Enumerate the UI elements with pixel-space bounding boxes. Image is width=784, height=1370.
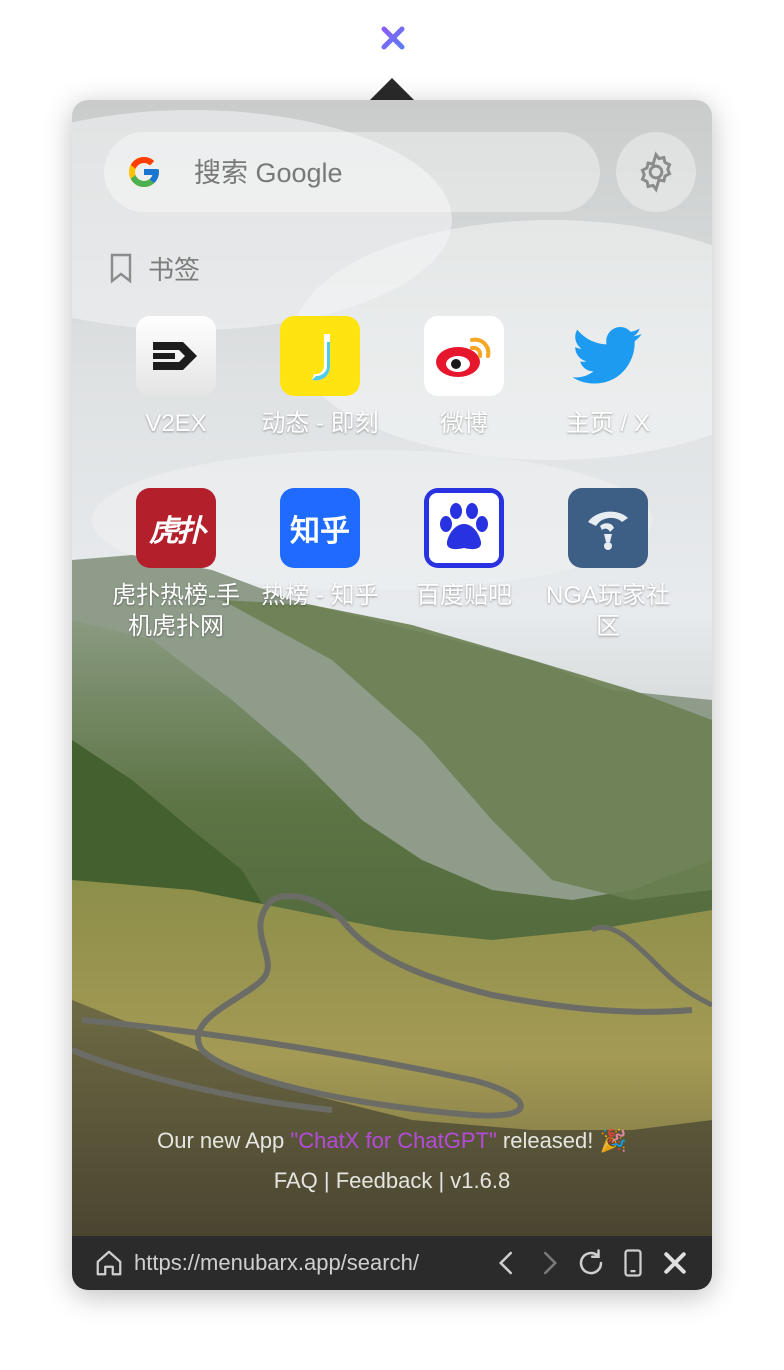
settings-button[interactable]	[616, 132, 696, 212]
bookmark-tieba[interactable]: 百度贴吧	[392, 488, 536, 611]
v2ex-logo-icon	[136, 316, 216, 396]
separator: |	[432, 1168, 451, 1193]
bookmark-label: 主页 / X	[565, 410, 650, 437]
baidu-tieba-paw-icon	[424, 488, 504, 568]
twitter-bird-icon	[568, 316, 648, 396]
bookmark-label: 微博	[440, 410, 488, 437]
bookmark-label: V2EX	[145, 410, 207, 437]
bookmark-label: NGA玩家社区	[545, 582, 670, 640]
bookmarks-header: 书签	[108, 250, 200, 286]
google-g-icon	[126, 154, 162, 190]
version-text: v1.6.8	[450, 1168, 511, 1193]
popover-arrow	[370, 78, 414, 100]
faq-link[interactable]: FAQ	[274, 1168, 318, 1193]
jike-logo-icon	[280, 316, 360, 396]
bookmarks-title: 书签	[148, 254, 201, 285]
announce-prefix: Our new App	[157, 1128, 291, 1153]
home-icon[interactable]	[94, 1248, 124, 1278]
bottom-toolbar: https://menubarx.app/search/	[72, 1236, 712, 1290]
bookmark-zhihu[interactable]: 知乎 热榜 - 知乎	[248, 488, 392, 611]
hupu-logo-text: 虎扑	[149, 515, 206, 548]
bookmark-label: 动态 - 即刻	[261, 410, 379, 437]
bookmark-weibo[interactable]: 微博	[392, 316, 536, 439]
weibo-logo-icon	[424, 316, 504, 396]
popover-panel: 书签 V2EX 动态 - 即刻	[72, 100, 712, 1290]
bookmark-jike[interactable]: 动态 - 即刻	[248, 316, 392, 439]
bookmark-hupu[interactable]: 虎扑 虎扑热榜-手机虎扑网	[104, 488, 248, 642]
url-text[interactable]: https://menubarx.app/search/	[134, 1236, 419, 1290]
gear-icon	[640, 151, 672, 193]
menubarx-x-icon[interactable]	[380, 25, 406, 51]
hupu-logo-icon: 虎扑	[136, 488, 216, 568]
footer-links: FAQ | Feedback | v1.6.8	[72, 1168, 712, 1194]
chatx-link[interactable]: "ChatX for ChatGPT"	[290, 1128, 496, 1153]
bookmark-label: 百度贴吧	[416, 582, 512, 609]
bookmark-v2ex[interactable]: V2EX	[104, 316, 248, 439]
nga-logo-icon	[568, 488, 648, 568]
phone-icon[interactable]	[618, 1248, 648, 1278]
zhihu-logo-text: 知乎	[290, 515, 350, 548]
bookmark-icon	[110, 253, 132, 284]
bookmark-label: 热榜 - 知乎	[261, 582, 379, 609]
feedback-link[interactable]: Feedback	[336, 1168, 433, 1193]
search-input[interactable]	[192, 132, 586, 214]
separator: |	[317, 1168, 336, 1193]
bookmark-x[interactable]: 主页 / X	[536, 316, 680, 439]
bookmark-label: 虎扑热榜-手机虎扑网	[112, 582, 240, 640]
search-bar[interactable]	[104, 132, 600, 214]
announce-suffix: released! 🎉	[496, 1128, 627, 1153]
reload-icon[interactable]	[576, 1248, 606, 1278]
bookmark-nga[interactable]: NGA玩家社区	[536, 488, 680, 642]
announcement: Our new App "ChatX for ChatGPT" released…	[72, 1128, 712, 1154]
chevron-right-icon[interactable]	[534, 1248, 564, 1278]
close-icon[interactable]	[660, 1248, 690, 1278]
zhihu-logo-icon: 知乎	[280, 488, 360, 568]
chevron-left-icon[interactable]	[492, 1248, 522, 1278]
